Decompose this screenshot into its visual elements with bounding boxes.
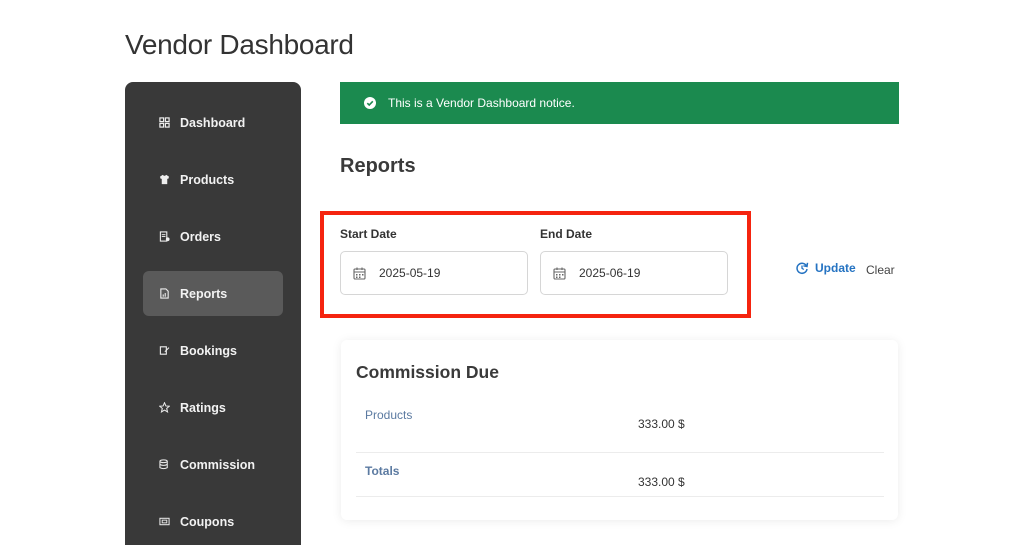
end-date-input[interactable]: 2025-06-19 bbox=[540, 251, 728, 295]
calendar-icon bbox=[353, 267, 366, 280]
sidebar-item-label: Orders bbox=[180, 229, 221, 244]
end-date-label: End Date bbox=[540, 227, 593, 241]
vendor-notice: This is a Vendor Dashboard notice. bbox=[340, 82, 899, 124]
coupon-icon bbox=[158, 516, 170, 528]
end-date-value: 2025-06-19 bbox=[579, 266, 641, 280]
sidebar-item-label: Products bbox=[180, 172, 235, 187]
booking-icon bbox=[158, 345, 170, 357]
sidebar-item-bookings[interactable]: Bookings bbox=[143, 328, 283, 373]
sidebar-item-label: Coupons bbox=[180, 514, 235, 529]
row-label-products: Products bbox=[365, 408, 413, 422]
sidebar-item-label: Dashboard bbox=[180, 115, 246, 130]
sidebar: Dashboard Products Orders Reports Bookin… bbox=[125, 82, 301, 545]
sidebar-item-commission[interactable]: Commission bbox=[143, 442, 283, 487]
notice-text: This is a Vendor Dashboard notice. bbox=[388, 96, 575, 110]
commission-due-card: Commission Due Products 333.00 $ Totals … bbox=[341, 340, 898, 520]
refresh-icon bbox=[795, 261, 809, 275]
commission-due-title: Commission Due bbox=[356, 362, 499, 382]
coins-icon bbox=[158, 459, 170, 471]
sidebar-item-orders[interactable]: Orders bbox=[143, 214, 283, 259]
check-circle-icon bbox=[364, 97, 376, 109]
start-date-value: 2025-05-19 bbox=[379, 266, 441, 280]
sidebar-item-coupons[interactable]: Coupons bbox=[143, 499, 283, 544]
sidebar-item-label: Reports bbox=[180, 286, 228, 301]
sidebar-item-ratings[interactable]: Ratings bbox=[143, 385, 283, 430]
sidebar-item-label: Bookings bbox=[180, 343, 237, 358]
start-date-input[interactable]: 2025-05-19 bbox=[340, 251, 528, 295]
update-label: Update bbox=[815, 261, 856, 275]
row-value-totals: 333.00 $ bbox=[638, 475, 685, 489]
shirt-icon bbox=[158, 174, 170, 186]
sidebar-item-label: Ratings bbox=[180, 400, 226, 415]
receipt-icon bbox=[158, 231, 170, 243]
sidebar-item-dashboard[interactable]: Dashboard bbox=[143, 100, 283, 145]
clear-button[interactable]: Clear bbox=[866, 263, 895, 277]
sidebar-item-label: Commission bbox=[180, 457, 256, 472]
table-row: Totals 333.00 $ bbox=[356, 453, 884, 497]
sidebar-item-reports[interactable]: Reports bbox=[143, 271, 283, 316]
star-icon bbox=[158, 402, 170, 414]
start-date-label: Start Date bbox=[340, 227, 397, 241]
row-value-products: 333.00 $ bbox=[638, 417, 685, 431]
dashboard-grid-icon bbox=[158, 117, 170, 129]
row-label-totals: Totals bbox=[365, 464, 400, 478]
page-title: Vendor Dashboard bbox=[125, 29, 354, 60]
calendar-icon bbox=[553, 267, 566, 280]
table-row: Products 333.00 $ bbox=[356, 397, 884, 453]
report-icon bbox=[158, 288, 170, 300]
reports-title: Reports bbox=[340, 155, 416, 177]
update-button[interactable]: Update bbox=[795, 261, 856, 275]
sidebar-item-products[interactable]: Products bbox=[143, 157, 283, 202]
